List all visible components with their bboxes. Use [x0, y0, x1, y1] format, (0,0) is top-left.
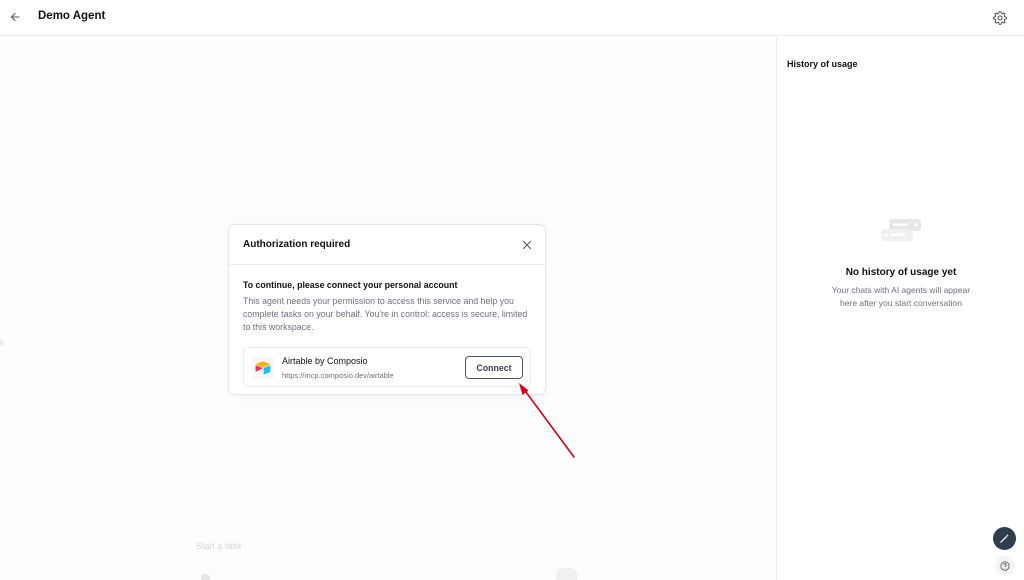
- magic-wand-button[interactable]: [993, 527, 1016, 550]
- service-card: Airtable by Composio https://mcp.composi…: [243, 347, 531, 387]
- modal-description: This agent needs your permission to acce…: [243, 296, 528, 332]
- service-name: Airtable by Composio: [282, 356, 368, 366]
- empty-state-title: No history of usage yet: [845, 267, 957, 278]
- attach-icon: [201, 574, 210, 580]
- magic-wand-icon: [1000, 533, 1009, 543]
- history-panel: History of usage No history of usage yet…: [776, 37, 1024, 580]
- top-bar: Demo Agent: [0, 0, 1024, 36]
- modal-header: Authorization required: [229, 225, 545, 265]
- connect-button[interactable]: Connect: [465, 356, 523, 379]
- authorization-modal: Authorization required To continue, plea…: [228, 224, 546, 395]
- empty-chat-illustration-icon: [881, 219, 921, 241]
- help-button[interactable]: [995, 556, 1015, 576]
- close-icon: [522, 240, 532, 250]
- history-title: History of usage: [787, 59, 858, 69]
- airtable-logo-icon: [252, 357, 274, 379]
- modal-title: Authorization required: [243, 239, 351, 250]
- service-url: https://mcp.composio.dev/airtable: [282, 371, 394, 380]
- page-title: Demo Agent: [38, 10, 106, 22]
- send-button: [556, 568, 577, 580]
- modal-subtitle: To continue, please connect your persona…: [243, 280, 458, 290]
- gear-icon: [993, 11, 1007, 25]
- question-circle-icon: [1000, 561, 1010, 571]
- background-dot: [0, 339, 4, 346]
- settings-button[interactable]: [989, 7, 1011, 29]
- task-input-placeholder: Start a task: [196, 541, 242, 551]
- arrow-left-icon: [10, 12, 20, 22]
- close-button[interactable]: [519, 237, 535, 253]
- empty-state-description: Your chats with AI agents will appear he…: [831, 285, 971, 308]
- back-button[interactable]: [4, 6, 26, 28]
